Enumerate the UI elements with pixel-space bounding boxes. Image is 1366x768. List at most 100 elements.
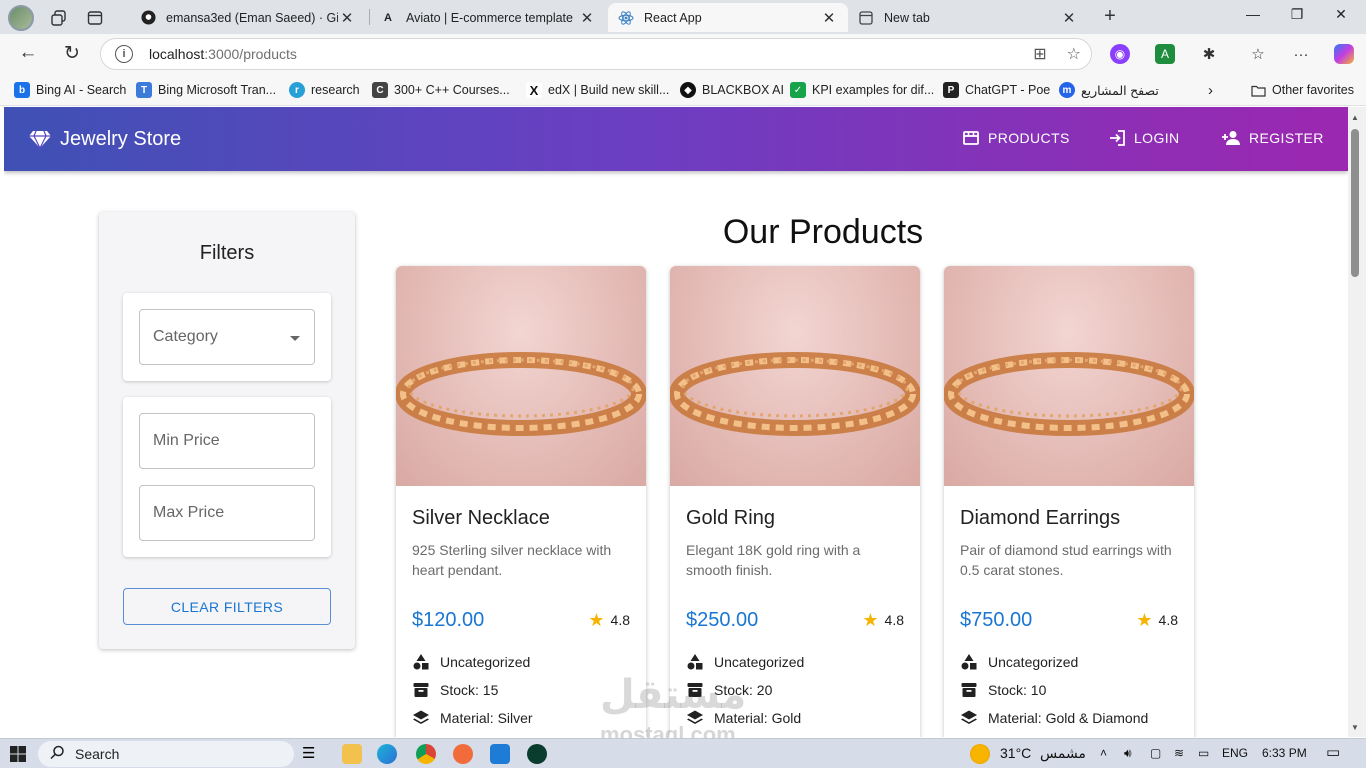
page-scrollbar[interactable]: ▲ ▼ (1348, 107, 1366, 737)
product-card[interactable]: Gold Ring Elegant 18K gold ring with a s… (670, 266, 920, 737)
favorites-bar: b Bing AI - Search T Bing Microsoft Tran… (0, 74, 1366, 106)
tab-new-tab[interactable]: New tab ✕ (848, 3, 1088, 32)
scrollbar-thumb[interactable] (1351, 129, 1359, 277)
chrome-icon[interactable] (416, 744, 436, 764)
product-card[interactable]: Silver Necklace 925 Sterling silver neck… (396, 266, 646, 737)
research-icon: r (289, 82, 305, 98)
back-icon[interactable]: ← (15, 42, 41, 64)
favorite-item[interactable]: b Bing AI - Search (14, 82, 126, 98)
mongodb-icon[interactable] (527, 744, 547, 764)
vscode-icon[interactable] (490, 744, 510, 764)
weather-desc[interactable]: مشمس (1040, 745, 1086, 762)
other-favorites[interactable]: Other favorites (1250, 82, 1354, 98)
product-image[interactable] (670, 266, 920, 486)
vertical-tabs-icon[interactable] (84, 7, 106, 29)
favorite-item[interactable]: ✓ KPI examples for dif... (790, 82, 934, 98)
tab-github[interactable]: emansa3ed (Eman Saeed) · GitHub ✕ (130, 3, 366, 32)
dropdown-arrow-icon (290, 336, 300, 341)
favorites-overflow-chevron-icon[interactable]: › (1208, 82, 1213, 99)
product-name[interactable]: Silver Necklace (412, 507, 550, 530)
favorite-item[interactable]: r research (289, 82, 360, 98)
clock-time[interactable]: 6:33 PM (1262, 746, 1307, 760)
max-price-input[interactable]: Max Price (139, 485, 315, 541)
favorites-icon[interactable]: ☆ (1248, 44, 1268, 64)
mostaql-icon: m (1059, 82, 1075, 98)
product-image[interactable] (396, 266, 646, 486)
window-close-icon[interactable]: ✕ (1326, 6, 1356, 23)
windows-start-icon[interactable] (10, 743, 26, 765)
weather-sun-icon[interactable] (970, 744, 990, 764)
extension-icon[interactable]: ◉ (1110, 44, 1130, 64)
task-view-icon[interactable]: ☰ (302, 744, 322, 764)
tab-aviato[interactable]: A Aviato | E-commerce template ✕ (370, 3, 606, 32)
url-field[interactable]: i localhost:3000/products ⊞ ☆ (100, 38, 1092, 70)
product-card[interactable]: Diamond Earrings Pair of diamond stud ea… (944, 266, 1194, 737)
star-icon: ★ (588, 610, 605, 630)
close-icon[interactable]: ✕ (1060, 9, 1078, 27)
postman-icon[interactable] (453, 744, 473, 764)
bracelet-image-graphic (670, 352, 920, 436)
product-name[interactable]: Gold Ring (686, 507, 775, 530)
stock-text: Stock: 15 (440, 682, 499, 698)
favorite-star-icon[interactable]: ☆ (1067, 44, 1081, 64)
favorite-item[interactable]: T Bing Microsoft Tran... (136, 82, 276, 98)
product-image[interactable] (944, 266, 1194, 486)
profile-avatar[interactable] (8, 5, 34, 31)
extensions-puzzle-icon[interactable]: ✱ (1199, 44, 1219, 64)
bracelet-image-graphic (944, 352, 1194, 436)
inventory-icon (961, 683, 977, 697)
weather-temp[interactable]: 31°C (1000, 745, 1031, 761)
rating-value: 4.8 (610, 612, 630, 628)
nav-register-button[interactable]: REGISTER (1221, 129, 1324, 147)
product-name[interactable]: Diamond Earrings (960, 507, 1120, 530)
poe-icon: P (943, 82, 959, 98)
tab-react-app[interactable]: React App ✕ (608, 3, 848, 32)
device-icon[interactable]: ▢ (1150, 746, 1161, 760)
favorite-item[interactable]: C 300+ C++ Courses... (372, 82, 510, 98)
minimize-icon[interactable]: — (1238, 6, 1268, 22)
clear-filters-button[interactable]: CLEAR FILTERS (123, 588, 331, 625)
battery-icon[interactable]: ▭ (1198, 746, 1209, 760)
tab-title: React App (644, 10, 702, 25)
scroll-down-icon[interactable]: ▼ (1351, 723, 1359, 732)
aviato-icon: A (384, 11, 392, 24)
stock-text: Stock: 10 (988, 682, 1047, 698)
brand[interactable]: Jewelry Store (28, 127, 181, 151)
diamond-icon (29, 130, 51, 150)
close-icon[interactable]: ✕ (338, 9, 356, 27)
nav-products-button[interactable]: PRODUCTS (962, 129, 1070, 147)
site-info-icon[interactable]: i (115, 45, 133, 63)
tray-chevron-icon[interactable]: ˄ (1100, 746, 1107, 760)
scroll-up-icon[interactable]: ▲ (1351, 113, 1359, 122)
favorite-item[interactable]: X edX | Build new skill... (526, 82, 669, 98)
nav-login-button[interactable]: LOGIN (1108, 129, 1180, 147)
category-select[interactable]: Category (139, 309, 315, 365)
volume-icon[interactable]: 🔊︎ (1124, 746, 1132, 761)
language-indicator[interactable]: ENG (1222, 746, 1248, 760)
restore-icon[interactable]: ❐ (1282, 6, 1312, 23)
other-favorites-label: Other favorites (1272, 83, 1354, 97)
reload-icon[interactable]: ↻ (59, 42, 85, 65)
wifi-icon[interactable]: ≋ (1174, 746, 1184, 760)
newtab-icon (858, 10, 874, 26)
close-icon[interactable]: ✕ (820, 9, 838, 27)
favorite-item[interactable]: ◆ BLACKBOX AI (680, 82, 784, 98)
notifications-icon[interactable]: ▭ (1326, 743, 1340, 761)
favorite-item[interactable]: P ChatGPT - Poe (943, 82, 1050, 98)
product-material: Material: Gold & Diamond (960, 709, 1148, 727)
min-price-input[interactable]: Min Price (139, 413, 315, 469)
favorite-item[interactable]: m تصفح المشاريع (1059, 82, 1159, 98)
app-available-icon[interactable]: ⊞ (1033, 44, 1046, 64)
more-menu-icon[interactable]: ··· (1291, 44, 1311, 64)
file-explorer-icon[interactable] (342, 744, 362, 764)
close-icon[interactable]: ✕ (578, 9, 596, 27)
favorite-label: تصفح المشاريع (1081, 83, 1159, 98)
translate-icon[interactable]: A (1155, 44, 1175, 64)
edge-icon[interactable] (377, 744, 397, 764)
taskbar-search[interactable]: Search (38, 741, 294, 767)
workspaces-icon[interactable] (48, 7, 70, 29)
max-price-placeholder: Max Price (153, 504, 225, 521)
new-tab-button[interactable]: + (1098, 5, 1122, 29)
url-host: localhost (149, 46, 205, 62)
copilot-icon[interactable] (1334, 44, 1354, 64)
